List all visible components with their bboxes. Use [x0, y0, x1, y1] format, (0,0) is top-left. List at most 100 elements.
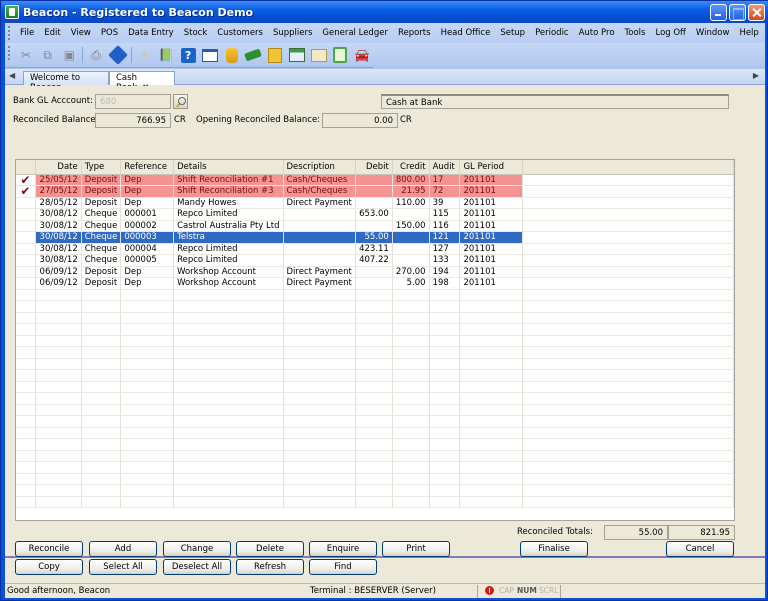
menu-general-ledger[interactable]: General Ledger: [317, 28, 393, 38]
menu-auto-pro[interactable]: Auto Pro: [574, 28, 620, 38]
table-row[interactable]: 30/08/12 Cheque 000004 Repco Limited 423.11 1…: [16, 243, 734, 255]
table-row[interactable]: 06/09/12 Deposit Dep Workshop Account Direct…: [16, 277, 734, 290]
status-greeting: Good afternoon, Beacon: [7, 586, 111, 596]
reconciled-check-icon[interactable]: [16, 197, 36, 209]
column-header[interactable]: Credit: [392, 160, 430, 175]
menu-reports[interactable]: Reports: [393, 28, 436, 38]
help-icon[interactable]: ?: [179, 46, 197, 64]
money-icon[interactable]: [244, 46, 263, 64]
paste-icon[interactable]: ▣: [61, 46, 79, 64]
menu-grip[interactable]: [8, 26, 10, 40]
add-button[interactable]: Add: [89, 541, 157, 557]
table-row[interactable]: 30/08/12 Cheque 000002 Castrol Australia Pt…: [16, 220, 734, 232]
menu-data-entry[interactable]: Data Entry: [123, 28, 179, 38]
refresh-button[interactable]: Refresh: [236, 559, 304, 575]
finalise-button[interactable]: Finalise: [520, 541, 588, 557]
title-bar[interactable]: Beacon - Registered to Beacon Demo: [1, 1, 768, 23]
table-row[interactable]: 06/09/12 Deposit Dep Workshop Account Direct…: [16, 266, 734, 278]
maximize-button[interactable]: [729, 4, 746, 21]
menu-suppliers[interactable]: Suppliers: [268, 28, 317, 38]
lookup-icon[interactable]: [173, 94, 188, 109]
table-row[interactable]: 28/05/12 Deposit Dep Mandy Howes Direct Paym…: [16, 197, 734, 209]
bank-gl-field[interactable]: 680: [95, 94, 171, 109]
column-header[interactable]: GL Period: [459, 160, 524, 175]
minimize-button[interactable]: [710, 4, 727, 21]
menu-tools[interactable]: Tools: [620, 28, 651, 38]
find-button[interactable]: Find: [309, 559, 377, 575]
reconciled-check-icon[interactable]: ✔: [16, 185, 36, 198]
select-all-button[interactable]: Select All: [89, 559, 157, 575]
app-icon: [5, 5, 19, 19]
menu-periodic[interactable]: Periodic: [530, 28, 574, 38]
column-header[interactable]: Debit: [355, 160, 393, 175]
empty-cell: [429, 392, 461, 405]
empty-cell: [35, 335, 82, 347]
menu-log-off[interactable]: Log Off: [650, 28, 690, 38]
document-icon[interactable]: [331, 46, 349, 64]
column-header[interactable]: Details: [173, 160, 284, 175]
cell-audit: 127: [429, 243, 461, 255]
reconciled-check-icon[interactable]: ✔: [16, 231, 36, 244]
menu-setup[interactable]: Setup: [495, 28, 530, 38]
car-icon[interactable]: 🚘: [353, 46, 371, 64]
empty-cell: [120, 335, 175, 347]
menu-help[interactable]: Help: [734, 28, 763, 38]
menu-window[interactable]: Window: [691, 28, 735, 38]
copy-button[interactable]: Copy: [15, 559, 83, 575]
column-header[interactable]: Audit: [429, 160, 461, 175]
menu-edit[interactable]: Edit: [39, 28, 65, 38]
enquire-button[interactable]: Enquire: [309, 541, 377, 557]
tab-cash-book[interactable]: Cash Book✕: [109, 71, 175, 93]
print-button[interactable]: Print: [382, 541, 450, 557]
print-icon[interactable]: ⎙: [87, 46, 105, 64]
toolbar-grip[interactable]: [8, 46, 10, 60]
info-icon[interactable]: [107, 45, 128, 65]
copy-icon[interactable]: ⧉: [39, 46, 57, 64]
reconciled-check-icon[interactable]: [16, 266, 36, 278]
book-icon[interactable]: 📗: [157, 46, 175, 64]
menu-stock[interactable]: Stock: [179, 28, 213, 38]
reconcile-button[interactable]: Reconcile: [15, 541, 83, 557]
deselect-all-button[interactable]: Deselect All: [163, 559, 231, 575]
reconciled-check-icon[interactable]: [16, 243, 36, 255]
table-row[interactable]: ✔ 27/05/12 Deposit Dep Shift Reconciliation …: [16, 185, 734, 198]
column-header[interactable]: Reference: [120, 160, 175, 175]
database-icon[interactable]: [223, 46, 241, 64]
reconciled-check-icon[interactable]: [16, 220, 36, 232]
empty-cell: [81, 484, 122, 497]
empty-cell: [120, 289, 175, 301]
tab-scroll-left-icon[interactable]: ◀: [9, 71, 15, 80]
table-row[interactable]: 30/08/12 Cheque 000001 Repco Limited 653.00 1…: [16, 208, 734, 221]
add-list-icon[interactable]: [288, 46, 306, 64]
menu-customers[interactable]: Customers: [212, 28, 268, 38]
reconciled-check-icon[interactable]: [16, 208, 36, 221]
close-window-button[interactable]: [748, 4, 765, 21]
reconciled-check-icon[interactable]: ✔: [16, 174, 36, 186]
cancel-button[interactable]: Cancel: [666, 541, 734, 557]
reconciled-check-icon[interactable]: [16, 254, 36, 267]
menu-head-office[interactable]: Head Office: [436, 28, 496, 38]
menu-file[interactable]: File: [15, 28, 39, 38]
tab-scroll-right-icon[interactable]: ▶: [753, 71, 759, 80]
empty-row: [16, 404, 734, 416]
delete-button[interactable]: Delete: [236, 541, 304, 557]
menu-view[interactable]: View: [66, 28, 96, 38]
chart-icon[interactable]: [201, 46, 219, 64]
reconciled-check-icon[interactable]: [16, 277, 36, 290]
menu-pos[interactable]: POS: [96, 28, 123, 38]
reconcile-icon[interactable]: [310, 46, 328, 64]
column-header[interactable]: Type: [81, 160, 122, 175]
change-button[interactable]: Change: [163, 541, 231, 557]
table-row[interactable]: 30/08/12 Cheque 000005 Repco Limited 407.22 1…: [16, 254, 734, 267]
cell-details: Workshop Account: [173, 266, 284, 278]
column-header[interactable]: Description: [283, 160, 356, 175]
cut-icon[interactable]: ✂: [17, 46, 35, 64]
tab-welcome[interactable]: Welcome to Beacon: [23, 71, 109, 93]
transfer-icon[interactable]: [266, 46, 284, 64]
transactions-grid[interactable]: Date Type Reference Details Description Debit…: [15, 159, 735, 521]
column-header[interactable]: [16, 160, 36, 175]
table-row[interactable]: ✔ 30/08/12 Cheque 000003 Telstra 55.00 121 2011…: [16, 231, 734, 244]
column-header[interactable]: Date: [35, 160, 82, 175]
table-row[interactable]: ✔ 25/05/12 Deposit Dep Shift Reconciliation …: [16, 174, 734, 186]
cell-details: Repco Limited: [173, 243, 284, 255]
